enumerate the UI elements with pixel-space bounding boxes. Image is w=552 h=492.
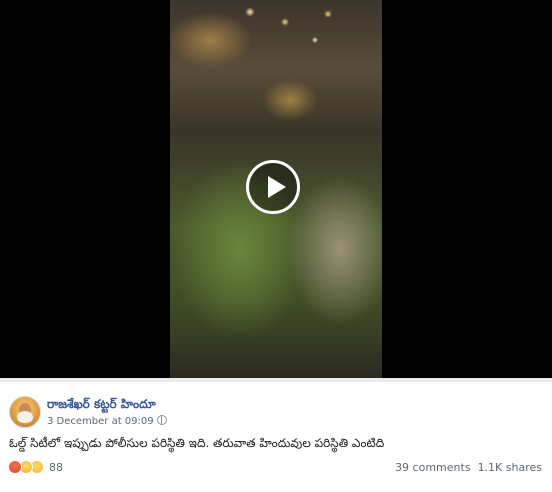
- avatar-beard: [17, 411, 33, 423]
- reactions-summary[interactable]: 88: [8, 459, 63, 475]
- play-icon: [268, 176, 286, 198]
- video-player[interactable]: [0, 0, 552, 378]
- shares-count-link[interactable]: 1.1K shares: [478, 461, 542, 474]
- play-button[interactable]: [246, 160, 300, 214]
- facebook-post: రాజశేఖర్ కట్టర్ హిందూ 3 December at 09:0…: [0, 0, 552, 492]
- post-meta: 3 December at 09:09: [47, 415, 167, 427]
- post-caption: ఓల్డ్ సిటీలో ఇప్పుడు పోలీసుల పరిస్థితి ఇ…: [9, 436, 385, 450]
- avatar[interactable]: [9, 396, 41, 428]
- globe-icon: [156, 415, 167, 425]
- post-timestamp[interactable]: 3 December at 09:09: [47, 416, 154, 427]
- post-stats: 39 comments 1.1K shares: [395, 461, 542, 474]
- divider: [0, 378, 552, 382]
- author-name[interactable]: రాజశేఖర్ కట్టర్ హిందూ: [47, 397, 156, 414]
- angry-reaction-icon: [8, 460, 22, 474]
- street-lights: [230, 0, 340, 70]
- reaction-count[interactable]: 88: [49, 461, 63, 474]
- comments-count-link[interactable]: 39 comments: [395, 461, 471, 474]
